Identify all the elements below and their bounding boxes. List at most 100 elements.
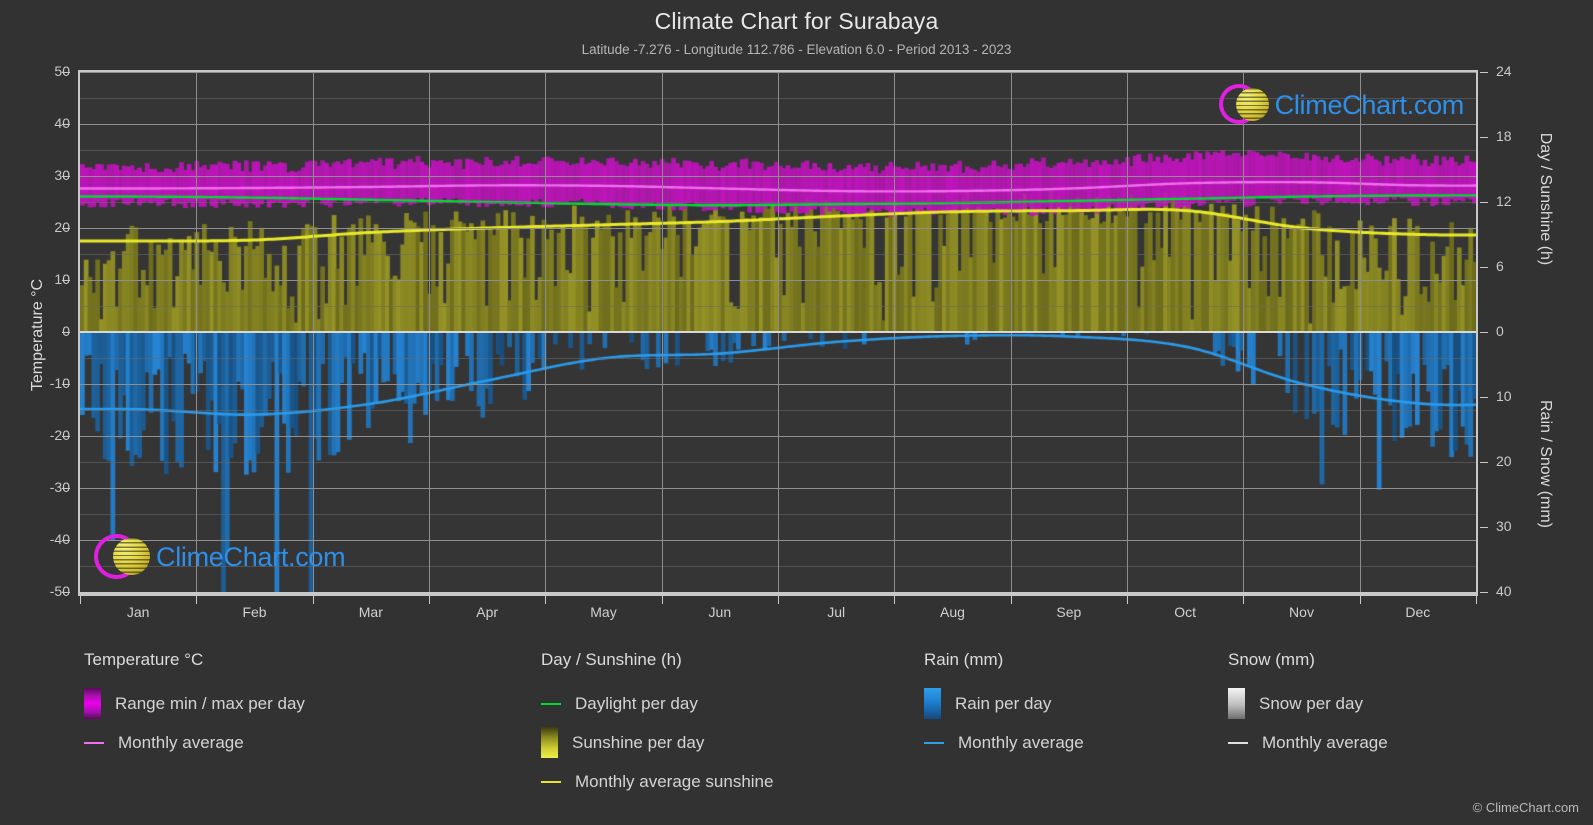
legend-column-temperature-c: Temperature °C Range min / max per day Mon… [84,650,305,762]
legend-label: Rain per day [955,694,1051,714]
legend-swatch [84,688,101,719]
legend-label: Range min / max per day [115,694,305,714]
y-tick-mark [62,436,70,437]
page-subtitle: Latitude -7.276 - Longitude 112.786 - El… [0,42,1593,57]
climechart-logo-mark [1219,84,1275,126]
logo-sphere-icon [1236,88,1269,121]
x-tick-label-month: Aug [908,604,998,620]
x-tick-label-month: Apr [442,604,532,620]
x-tick-label-month: Jan [93,604,183,620]
page-title: Climate Chart for Surabaya [0,8,1593,35]
y-tick-mark [1480,592,1488,593]
y-tick-mark [62,228,70,229]
y-tick-label-day-sunshine: 18 [1496,128,1540,144]
legend-item[interactable]: Sunshine per day [541,723,773,762]
y-tick-label-day-sunshine: 12 [1496,193,1540,209]
y-tick-label-temperature: 50 [10,63,70,79]
y-tick-mark [1480,332,1488,333]
legend-item[interactable]: Monthly average [84,723,305,762]
legend-item[interactable]: Monthly average [924,723,1084,762]
legend-line-swatch [1228,742,1248,744]
chart-legend: Temperature °C Range min / max per day Mon… [0,650,1593,800]
legend-label: Monthly average [118,733,244,753]
y-tick-mark [1480,202,1488,203]
legend-column-snow-mm: Snow (mm) Snow per day Monthly average [1228,650,1388,762]
y-tick-label-day-sunshine: 24 [1496,63,1540,79]
y-tick-mark [62,540,70,541]
legend-item[interactable]: Monthly average [1228,723,1388,762]
legend-item[interactable]: Range min / max per day [84,684,305,723]
legend-label: Monthly average sunshine [575,772,773,792]
right-axis-title-rain-snow: Rain / Snow (mm) [1536,369,1554,559]
climechart-logo-mark-2 [94,534,156,580]
y-tick-mark [62,280,70,281]
y-tick-mark [62,332,70,333]
y-tick-label-rain-snow: 30 [1496,518,1540,534]
legend-item[interactable]: Rain per day [924,684,1084,723]
right-axis: 2418126010203040 [1480,70,1540,594]
y-tick-mark [1480,267,1488,268]
watermark-logo-top: ClimeChart.com [1219,84,1464,126]
legend-heading: Temperature °C [84,650,305,670]
legend-heading: Snow (mm) [1228,650,1388,670]
y-tick-label-temperature: 40 [10,115,70,131]
x-axis-line [78,594,1478,596]
y-tick-mark [62,592,70,593]
legend-line-swatch [84,742,104,744]
legend-label: Daylight per day [575,694,698,714]
y-tick-label-day-sunshine: 6 [1496,258,1540,274]
watermark-logo-bottom: ClimeChart.com [94,534,345,580]
y-tick-mark [62,488,70,489]
y-tick-mark [1480,137,1488,138]
plot-content [80,72,1476,592]
legend-swatch [924,688,941,719]
y-tick-label-rain-snow: 40 [1496,583,1540,599]
y-tick-label-temperature: 30 [10,167,70,183]
zero-baseline [80,331,1476,333]
legend-line-swatch [924,742,944,744]
x-tick-label-month: Oct [1140,604,1230,620]
x-tick-label-month: May [559,604,649,620]
y-tick-mark [62,176,70,177]
legend-item[interactable]: Monthly average sunshine [541,762,773,801]
legend-line-swatch [541,703,561,705]
y-tick-mark [62,124,70,125]
y-tick-label-temperature: -50 [10,583,70,599]
y-tick-mark [1480,527,1488,528]
legend-label: Snow per day [1259,694,1363,714]
y-tick-label-temperature: -30 [10,479,70,495]
left-axis-title: Temperature °C [29,235,47,435]
legend-item[interactable]: Daylight per day [541,684,773,723]
legend-column-day-sunshine-h: Day / Sunshine (h) Daylight per day Sunshi… [541,650,773,801]
y-tick-label-temperature: -40 [10,531,70,547]
y-tick-label-temperature: 20 [10,219,70,235]
footer-credit: © ClimeChart.com [1473,800,1579,815]
x-tick-label-month: Feb [210,604,300,620]
logo-text: ClimeChart.com [1275,90,1464,121]
x-tick-label-month: Mar [326,604,416,620]
legend-heading: Day / Sunshine (h) [541,650,773,670]
legend-swatch [1228,688,1245,719]
y-tick-mark [1480,462,1488,463]
logo-text-2: ClimeChart.com [156,542,345,573]
x-tick-label-month: Jul [791,604,881,620]
x-tick-label-month: Dec [1373,604,1463,620]
climate-chart-plot: ClimeChart.com ClimeChart.com [78,70,1478,594]
y-tick-label-rain-snow: 20 [1496,453,1540,469]
y-tick-mark [62,384,70,385]
logo-sphere-icon-2 [113,538,150,575]
legend-label: Monthly average [1262,733,1388,753]
legend-item[interactable]: Snow per day [1228,684,1388,723]
y-tick-label-day-sunshine: 0 [1496,323,1540,339]
y-tick-label-rain-snow: 10 [1496,388,1540,404]
legend-swatch [541,727,558,758]
x-tick-label-month: Nov [1257,604,1347,620]
y-tick-mark [1480,397,1488,398]
legend-label: Monthly average [958,733,1084,753]
legend-label: Sunshine per day [572,733,704,753]
legend-column-rain-mm: Rain (mm)Rain per dayMonthly average [924,650,1084,762]
y-tick-mark [62,72,70,73]
legend-line-swatch [541,781,561,783]
x-tick-label-month: Jun [675,604,765,620]
x-tick-label-month: Sep [1024,604,1114,620]
